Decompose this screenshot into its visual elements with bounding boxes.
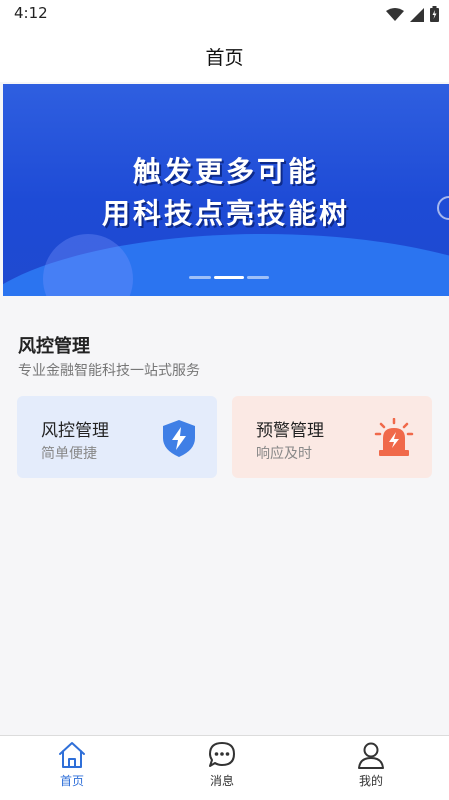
tab-label: 消息 [209, 774, 234, 788]
home-icon [32, 740, 112, 770]
section-title: 风控管理 [18, 336, 90, 357]
banner-decor-circle [43, 234, 133, 296]
carousel-dot[interactable] [247, 276, 269, 279]
card-description: 简单便捷 [41, 446, 97, 462]
risk-management-card[interactable]: 风控管理 简单便捷 [17, 396, 217, 478]
carousel-dot[interactable] [189, 276, 211, 279]
alert-management-card[interactable]: 预警管理 响应及时 [232, 396, 432, 478]
tab-messages[interactable]: 消息 [182, 740, 262, 789]
status-bar: 4:12 [0, 0, 449, 30]
signal-icon [410, 7, 424, 26]
card-title: 预警管理 [256, 421, 324, 441]
banner-carousel[interactable]: 触发更多可能 用科技点亮技能树 [3, 84, 449, 296]
user-icon [331, 740, 411, 770]
banner-subheadline: 用科技点亮技能树 [101, 197, 350, 230]
card-title: 风控管理 [41, 421, 109, 441]
app-header: 首页 [0, 30, 449, 82]
tab-label: 我的 [358, 774, 383, 788]
banner-headline: 触发更多可能 [132, 155, 319, 188]
battery-icon [430, 6, 439, 26]
carousel-indicator [189, 276, 269, 279]
tab-label: 首页 [59, 774, 84, 788]
card-description: 响应及时 [256, 446, 312, 462]
wifi-icon [386, 7, 404, 26]
tab-mine[interactable]: 我的 [331, 740, 411, 789]
page-title: 首页 [205, 47, 244, 69]
bottom-tab-bar: 首页 消息 我的 [0, 735, 449, 800]
alarm-siren-icon [374, 417, 414, 458]
status-icons [386, 6, 439, 26]
status-time: 4:12 [14, 4, 48, 22]
section-subtitle: 专业金融智能科技一站式服务 [18, 363, 200, 379]
carousel-dot-active[interactable] [214, 276, 244, 279]
tab-home[interactable]: 首页 [32, 740, 112, 789]
content-area: 风控管理 专业金融智能科技一站式服务 风控管理 简单便捷 预警管理 响应及时 [0, 296, 449, 734]
message-icon [182, 740, 262, 770]
shield-lightning-icon [159, 418, 199, 458]
